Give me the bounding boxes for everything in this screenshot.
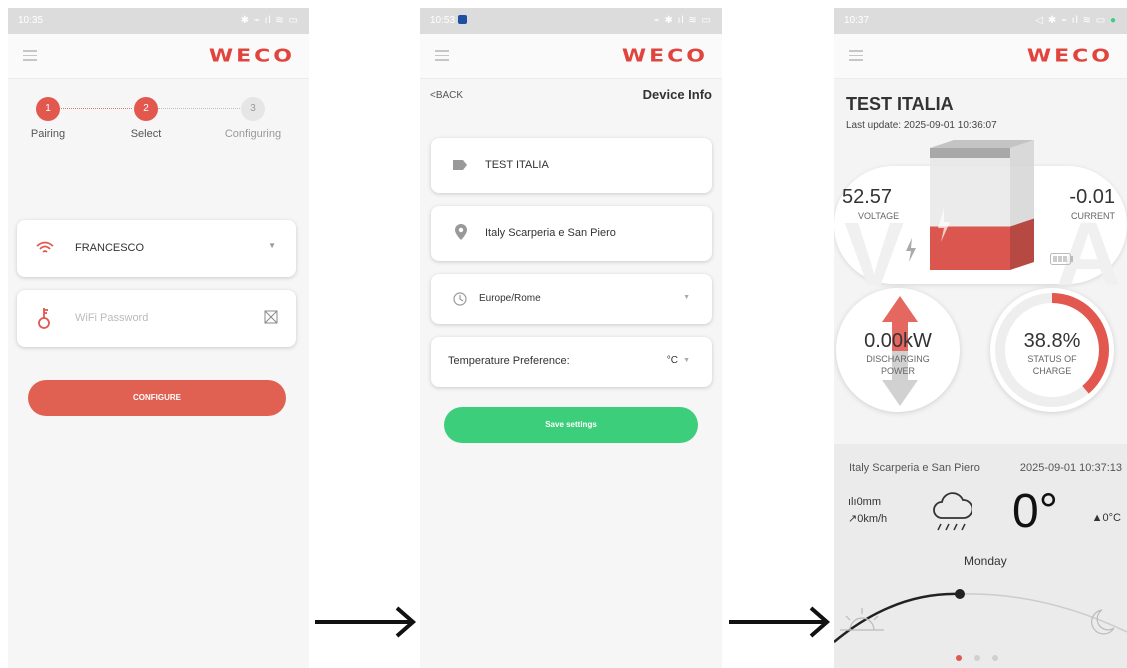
rain-gauge-icon: ılı [848,496,857,508]
wifi-icon [36,241,54,253]
save-settings-button[interactable]: Save settings [444,407,698,443]
step-2-indicator: 2 [134,97,158,121]
status-icons: ⌁ ✱ ıl ≋ ▭ [653,15,712,26]
location-pin-icon [455,224,467,240]
page-dot[interactable] [974,655,980,661]
location-value: Italy Scarperia e San Piero [485,227,616,239]
device-info-screen: 10:53 ⌁ ✱ ıl ≋ ▭ WECO <BACK Device Info … [420,8,722,668]
password-placeholder: WiFi Password [75,312,149,324]
app-bar: WECO [420,34,722,79]
weco-logo: WECO [208,46,295,67]
dropdown-icon: ▼ [268,241,276,250]
status-time: 10:37 [844,15,870,26]
weather-day: Monday [964,554,1007,568]
power-gauge: 0.00kW DISCHARGING POWER [836,288,960,412]
timezone-value: Europe/Rome [479,293,541,304]
voltage-label: VOLTAGE [858,211,900,221]
device-name: TEST ITALIA [846,94,954,114]
power-label-line1: DISCHARGING [866,354,930,364]
battery-illustration [930,140,1034,270]
current-temperature: 0° [1012,485,1058,538]
rain-cloud-icon [933,492,972,531]
step-2-label: Select [130,128,162,140]
page-dot[interactable] [992,655,998,661]
temperature-preference-select[interactable]: Temperature Preference: °C ▼ [431,337,712,387]
device-name-value: TEST ITALIA [485,159,549,171]
step-3-indicator: 3 [241,97,265,121]
status-bar: 10:37 ◁ ✱ ⌁ ıl ≋ ▭ ● [834,8,1127,34]
last-update: Last update: 2025-09-01 10:36:07 [846,120,997,131]
dropdown-icon: ▼ [683,294,690,301]
status-time: 10:53 [430,15,468,26]
status-bar: 10:53 ⌁ ✱ ıl ≋ ▭ [420,8,722,34]
app-bar: WECO [8,34,309,79]
battery-fill-side [1010,218,1034,270]
pairing-screen: 10:35 ✱ ⌁ ıl ≋ ▭ WECO 1 2 3 Pairing Sele… [8,8,309,668]
wind-readout: ↗0km/h [848,513,888,525]
rain-readout: ılı0mm [848,496,882,508]
max-temperature: ▲0°C [1091,512,1121,524]
configure-button[interactable]: CONFIGURE [28,380,286,416]
current-label: CURRENT [1071,211,1115,221]
password-field[interactable]: WiFi Password [17,290,296,347]
step-1-indicator: 1 [36,97,60,121]
menu-icon[interactable] [23,50,37,64]
password-visibility-icon[interactable] [264,310,278,324]
soc-gauge: 38.8% STATUS OF CHARGE [990,288,1114,412]
temperature-unit-value: °C [666,355,678,366]
menu-icon[interactable] [435,50,449,64]
flow-arrow-icon [729,606,831,638]
weco-logo: WECO [621,46,708,67]
weather-panel: Italy Scarperia e San Piero 2025-09-01 1… [834,444,1127,668]
weather-time: 2025-09-01 10:37:13 [1019,462,1122,474]
status-icons: ✱ ⌁ ıl ≋ ▭ [240,15,299,26]
lightning-icon [906,238,916,262]
weather-location: Italy Scarperia e San Piero [849,462,980,474]
timezone-select[interactable]: Europe/Rome ▼ [431,274,712,324]
back-button[interactable]: <BACK [430,90,463,101]
weco-logo: WECO [1026,46,1113,67]
voltage-value: 52.57 [842,186,893,208]
wifi-ssid: FRANCESCO [75,242,145,254]
pairing-stepper: 1 2 3 Pairing Select Configuring [8,88,309,148]
wifi-select[interactable]: FRANCESCO ▼ [17,220,296,277]
soc-value: 38.8% [1023,330,1081,352]
step-connector [158,108,244,109]
app-bar: WECO [834,34,1127,79]
temperature-preference-label: Temperature Preference: [448,355,570,367]
soc-label-line2: CHARGE [1032,366,1072,376]
key-icon [38,308,50,329]
menu-icon[interactable] [849,50,863,64]
flow-arrow-icon [315,606,417,638]
soc-label-line1: STATUS OF [1027,354,1077,364]
dashboard-screen: 10:37 ◁ ✱ ⌁ ıl ≋ ▭ ● WECO TEST ITALIA La… [834,8,1127,668]
page-dot-active[interactable] [956,655,962,661]
clock-icon [453,292,467,306]
sun-path-graph [834,589,1127,643]
status-bar: 10:35 ✱ ⌁ ıl ≋ ▭ [8,8,309,34]
location-field[interactable]: Italy Scarperia e San Piero [431,206,712,261]
tag-icon [453,160,467,170]
power-value: 0.00kW [864,330,932,352]
wind-icon: ↗ [848,513,858,525]
status-icons: ◁ ✱ ⌁ ıl ≋ ▭ ● [1035,15,1117,26]
step-1-label: Pairing [30,128,66,140]
battery-icon [1050,253,1073,265]
battery-fill-front [930,226,1010,270]
status-time: 10:35 [18,15,44,26]
page-title: Device Info [642,87,712,102]
dropdown-icon: ▼ [683,357,690,364]
current-value: -0.01 [1069,186,1115,208]
power-label-line2: POWER [880,366,915,376]
step-3-label: Configuring [224,128,282,140]
page-indicator[interactable] [956,648,1010,666]
device-name-field[interactable]: TEST ITALIA [431,138,712,193]
sunrise-icon [840,608,884,631]
